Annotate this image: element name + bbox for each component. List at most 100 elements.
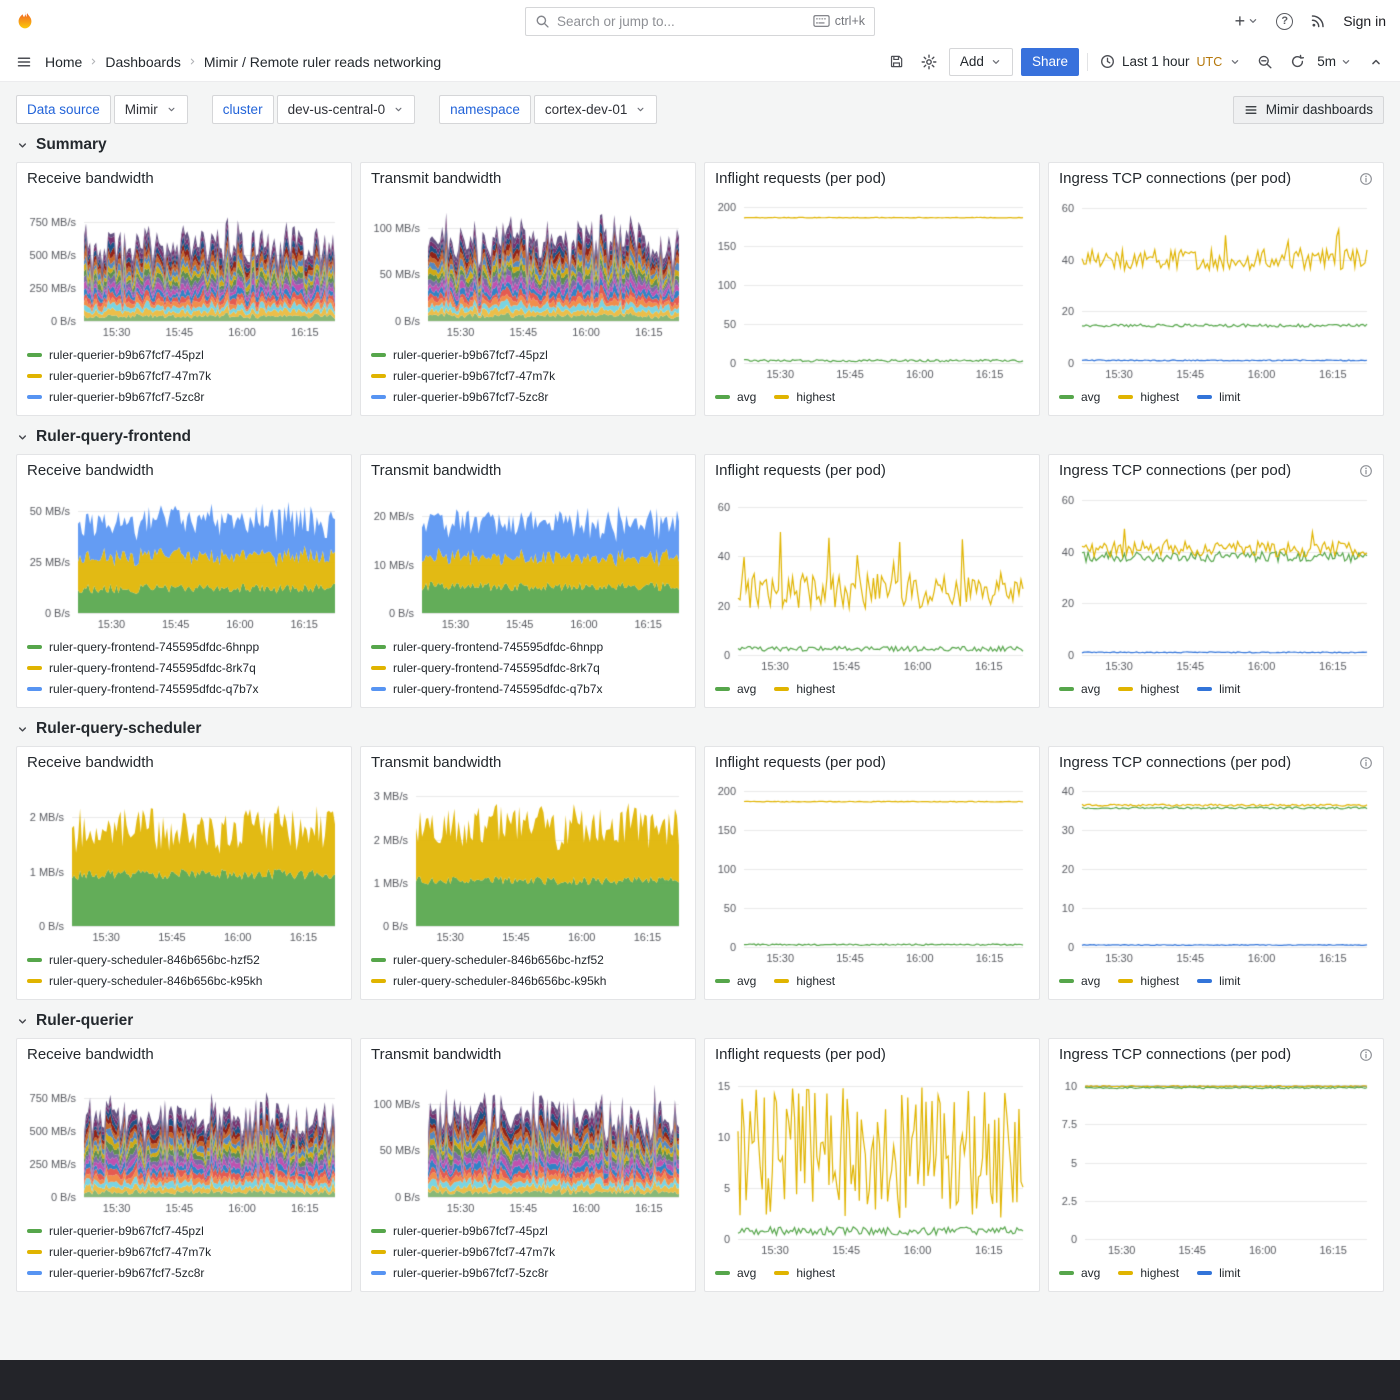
panel-title[interactable]: Receive bandwidth bbox=[27, 462, 154, 479]
time-range-picker[interactable]: Last 1 hour UTC bbox=[1096, 48, 1245, 76]
section-header-ruler-query-scheduler[interactable]: Ruler-query-scheduler bbox=[16, 720, 1384, 738]
share-button[interactable]: Share bbox=[1021, 48, 1079, 76]
zoom-out-icon[interactable] bbox=[1253, 50, 1277, 74]
search-bar[interactable]: ctrl+k bbox=[525, 7, 875, 36]
cluster-dropdown[interactable]: dev-us-central-0 bbox=[277, 95, 416, 124]
legend-item-highest[interactable]: highest bbox=[1118, 1266, 1179, 1280]
legend-item-ruler-querier-b9b67fcf7-5zc8r[interactable]: ruler-querier-b9b67fcf7-5zc8r bbox=[371, 386, 685, 407]
grafana-logo[interactable] bbox=[14, 10, 36, 32]
legend-item-avg[interactable]: avg bbox=[1059, 1266, 1100, 1280]
legend-item-ruler-querier-b9b67fcf7-45pzl[interactable]: ruler-querier-b9b67fcf7-45pzl bbox=[27, 344, 341, 365]
legend-item-ruler-querier-b9b67fcf7-45pzl[interactable]: ruler-querier-b9b67fcf7-45pzl bbox=[27, 1220, 341, 1241]
legend-item-limit[interactable]: limit bbox=[1197, 390, 1240, 404]
legend-item-avg[interactable]: avg bbox=[715, 390, 756, 404]
time-series-chart[interactable] bbox=[371, 1065, 685, 1217]
legend-item-ruler-query-frontend-745595dfdc-8rk7q[interactable]: ruler-query-frontend-745595dfdc-8rk7q bbox=[27, 657, 341, 678]
time-series-chart[interactable] bbox=[27, 1065, 341, 1217]
panel-title[interactable]: Inflight requests (per pod) bbox=[715, 1046, 886, 1063]
legend-item-ruler-querier-b9b67fcf7-47m7k[interactable]: ruler-querier-b9b67fcf7-47m7k bbox=[27, 1241, 341, 1262]
refresh-interval-dropdown[interactable]: 5m bbox=[1317, 48, 1356, 76]
info-icon[interactable] bbox=[1359, 1048, 1373, 1062]
panel-title[interactable]: Transmit bandwidth bbox=[371, 462, 501, 479]
panel-title[interactable]: Receive bandwidth bbox=[27, 170, 154, 187]
legend-item-ruler-querier-b9b67fcf7-5zc8r[interactable]: ruler-querier-b9b67fcf7-5zc8r bbox=[371, 1262, 685, 1283]
time-series-chart[interactable] bbox=[371, 481, 685, 633]
menu-icon[interactable] bbox=[12, 50, 36, 74]
legend-item-highest[interactable]: highest bbox=[774, 1266, 835, 1280]
info-icon[interactable] bbox=[1359, 172, 1373, 186]
time-series-chart[interactable] bbox=[27, 481, 341, 633]
legend-item-avg[interactable]: avg bbox=[1059, 682, 1100, 696]
time-series-chart[interactable] bbox=[371, 773, 685, 946]
legend-item-ruler-querier-b9b67fcf7-47m7k[interactable]: ruler-querier-b9b67fcf7-47m7k bbox=[371, 1241, 685, 1262]
panel-title[interactable]: Transmit bandwidth bbox=[371, 170, 501, 187]
time-series-chart[interactable] bbox=[371, 189, 685, 341]
new-menu-button[interactable]: + bbox=[1235, 12, 1260, 30]
info-icon[interactable] bbox=[1359, 756, 1373, 770]
legend-item-ruler-query-frontend-745595dfdc-q7b7x[interactable]: ruler-query-frontend-745595dfdc-q7b7x bbox=[371, 678, 685, 699]
time-series-chart[interactable] bbox=[1059, 773, 1373, 967]
panel-title[interactable]: Transmit bandwidth bbox=[371, 1046, 501, 1063]
panel-title[interactable]: Ingress TCP connections (per pod) bbox=[1059, 170, 1291, 187]
time-series-chart[interactable] bbox=[1059, 481, 1373, 675]
time-series-chart[interactable] bbox=[1059, 1065, 1373, 1259]
legend-item-avg[interactable]: avg bbox=[715, 682, 756, 696]
legend-item-ruler-query-frontend-745595dfdc-8rk7q[interactable]: ruler-query-frontend-745595dfdc-8rk7q bbox=[371, 657, 685, 678]
legend-item-ruler-query-frontend-745595dfdc-q7b7x[interactable]: ruler-query-frontend-745595dfdc-q7b7x bbox=[27, 678, 341, 699]
dashboard-settings-icon[interactable] bbox=[917, 50, 941, 74]
namespace-dropdown[interactable]: cortex-dev-01 bbox=[534, 95, 658, 124]
help-icon[interactable]: ? bbox=[1276, 13, 1293, 30]
legend-item-limit[interactable]: limit bbox=[1197, 682, 1240, 696]
search-input[interactable] bbox=[557, 14, 806, 29]
time-series-chart[interactable] bbox=[715, 189, 1029, 383]
legend-item-ruler-query-scheduler-846b656bc-hzf52[interactable]: ruler-query-scheduler-846b656bc-hzf52 bbox=[371, 949, 685, 970]
legend-item-ruler-query-scheduler-846b656bc-k95kh[interactable]: ruler-query-scheduler-846b656bc-k95kh bbox=[27, 970, 341, 991]
legend-item-highest[interactable]: highest bbox=[1118, 974, 1179, 988]
refresh-icon[interactable] bbox=[1285, 50, 1309, 74]
legend-item-ruler-querier-b9b67fcf7-45pzl[interactable]: ruler-querier-b9b67fcf7-45pzl bbox=[371, 1220, 685, 1241]
legend-item-highest[interactable]: highest bbox=[774, 390, 835, 404]
legend-item-highest[interactable]: highest bbox=[1118, 682, 1179, 696]
legend-item-highest[interactable]: highest bbox=[774, 974, 835, 988]
time-series-chart[interactable] bbox=[27, 773, 341, 946]
panel-title[interactable]: Inflight requests (per pod) bbox=[715, 170, 886, 187]
legend-item-ruler-querier-b9b67fcf7-5zc8r[interactable]: ruler-querier-b9b67fcf7-5zc8r bbox=[27, 386, 341, 407]
breadcrumb-dashboards[interactable]: Dashboards bbox=[105, 54, 181, 70]
mimir-dashboards-button[interactable]: Mimir dashboards bbox=[1233, 96, 1384, 124]
info-icon[interactable] bbox=[1359, 464, 1373, 478]
save-dashboard-icon[interactable] bbox=[885, 50, 909, 74]
legend-item-ruler-query-frontend-745595dfdc-6hnpp[interactable]: ruler-query-frontend-745595dfdc-6hnpp bbox=[27, 636, 341, 657]
panel-title[interactable]: Transmit bandwidth bbox=[371, 754, 501, 771]
panel-title[interactable]: Ingress TCP connections (per pod) bbox=[1059, 1046, 1291, 1063]
time-series-chart[interactable] bbox=[715, 481, 1029, 675]
section-header-summary[interactable]: Summary bbox=[16, 136, 1384, 154]
section-header-ruler-querier[interactable]: Ruler-querier bbox=[16, 1012, 1384, 1030]
panel-title[interactable]: Receive bandwidth bbox=[27, 754, 154, 771]
legend-item-ruler-query-frontend-745595dfdc-6hnpp[interactable]: ruler-query-frontend-745595dfdc-6hnpp bbox=[371, 636, 685, 657]
legend-item-limit[interactable]: limit bbox=[1197, 1266, 1240, 1280]
legend-item-highest[interactable]: highest bbox=[774, 682, 835, 696]
legend-item-ruler-query-scheduler-846b656bc-hzf52[interactable]: ruler-query-scheduler-846b656bc-hzf52 bbox=[27, 949, 341, 970]
panel-title[interactable]: Receive bandwidth bbox=[27, 1046, 154, 1063]
panel-title[interactable]: Inflight requests (per pod) bbox=[715, 754, 886, 771]
legend-item-ruler-querier-b9b67fcf7-45pzl[interactable]: ruler-querier-b9b67fcf7-45pzl bbox=[371, 344, 685, 365]
legend-item-ruler-querier-b9b67fcf7-47m7k[interactable]: ruler-querier-b9b67fcf7-47m7k bbox=[371, 365, 685, 386]
legend-item-avg[interactable]: avg bbox=[1059, 974, 1100, 988]
sign-in-link[interactable]: Sign in bbox=[1343, 13, 1386, 29]
legend-item-limit[interactable]: limit bbox=[1197, 974, 1240, 988]
time-series-chart[interactable] bbox=[715, 773, 1029, 967]
legend-item-ruler-query-scheduler-846b656bc-k95kh[interactable]: ruler-query-scheduler-846b656bc-k95kh bbox=[371, 970, 685, 991]
legend-item-avg[interactable]: avg bbox=[715, 1266, 756, 1280]
news-icon[interactable] bbox=[1310, 13, 1326, 29]
panel-title[interactable]: Ingress TCP connections (per pod) bbox=[1059, 462, 1291, 479]
add-panel-button[interactable]: Add bbox=[949, 48, 1013, 76]
section-header-ruler-query-frontend[interactable]: Ruler-query-frontend bbox=[16, 428, 1384, 446]
chevron-up-icon[interactable] bbox=[1364, 50, 1388, 74]
legend-item-ruler-querier-b9b67fcf7-47m7k[interactable]: ruler-querier-b9b67fcf7-47m7k bbox=[27, 365, 341, 386]
breadcrumb-home[interactable]: Home bbox=[45, 54, 82, 70]
panel-title[interactable]: Ingress TCP connections (per pod) bbox=[1059, 754, 1291, 771]
time-series-chart[interactable] bbox=[715, 1065, 1029, 1259]
time-series-chart[interactable] bbox=[1059, 189, 1373, 383]
time-series-chart[interactable] bbox=[27, 189, 341, 341]
datasource-dropdown[interactable]: Mimir bbox=[114, 95, 188, 124]
